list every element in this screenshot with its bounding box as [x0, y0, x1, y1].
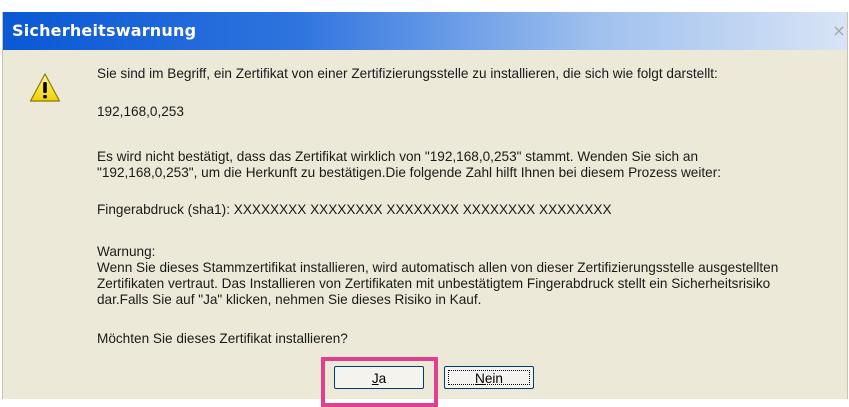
warning-icon [29, 73, 61, 102]
close-icon[interactable]: × [831, 22, 847, 40]
install-question: Möchten Sie dieses Zertifikat installier… [97, 331, 348, 346]
dialog-title: Sicherheitswarnung [12, 21, 197, 40]
no-button[interactable]: Nein [444, 366, 534, 389]
risk-warning: Warnung: Wenn Sie dieses Stammzertifikat… [97, 244, 779, 307]
highlight-box [321, 357, 438, 407]
title-bar[interactable]: Sicherheitswarnung × [3, 12, 847, 50]
security-warning-dialog: Sicherheitswarnung × Sie sind im Begriff… [2, 12, 848, 407]
no-button-label: ein [484, 371, 503, 386]
verification-notice: Es wird nicht bestätigt, dass das Zertif… [97, 149, 721, 180]
intro-text: Sie sind im Begriff, ein Zertifikat von … [97, 66, 718, 81]
issuer-host: 192,168,0,253 [97, 104, 184, 119]
fingerprint-text: Fingerabdruck (sha1): XXXXXXXX XXXXXXXX … [97, 202, 612, 217]
no-button-mnemonic: N [475, 371, 485, 386]
